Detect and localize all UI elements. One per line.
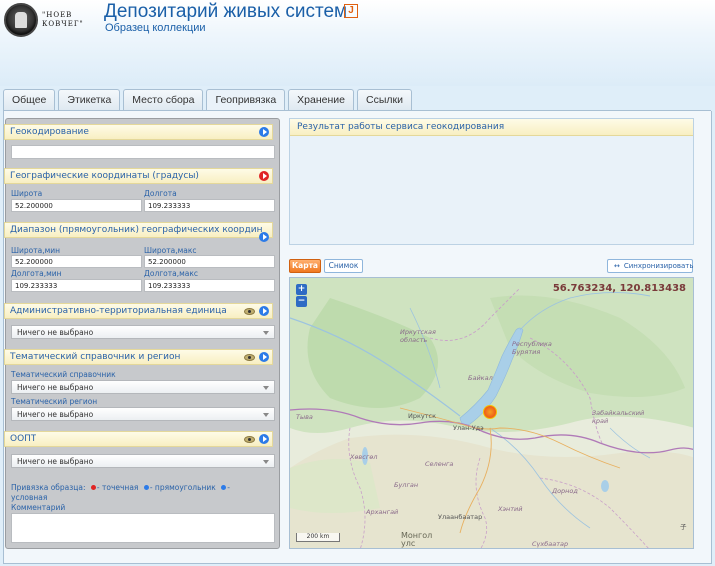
eye-icon[interactable] bbox=[244, 308, 255, 315]
map-coordinates: 56.763234, 120.813438 bbox=[552, 283, 686, 294]
thematic-ref-select[interactable]: Ничего не выбрано bbox=[11, 380, 275, 394]
eye-icon[interactable] bbox=[244, 436, 255, 443]
map-label-tyva: Тыва bbox=[296, 413, 313, 421]
page-subtitle: Образец коллекции bbox=[105, 22, 206, 34]
snapshot-button[interactable]: Снимок bbox=[324, 259, 363, 273]
longitude-label: Долгота bbox=[144, 189, 177, 198]
map-label-khovsgol: Хөвсгөл bbox=[350, 453, 378, 461]
lat-max-input[interactable]: 52.200000 bbox=[144, 255, 275, 268]
zoom-out-button[interactable]: − bbox=[296, 296, 307, 307]
map-label-khentii: Хэнтий bbox=[498, 505, 523, 513]
map-label-buryatia: Республика Бурятия bbox=[512, 340, 552, 356]
comment-textarea[interactable] bbox=[11, 513, 275, 543]
tab-label[interactable]: Этикетка bbox=[58, 89, 121, 110]
logo-text: "НОЕВ КОВЧЕГ" bbox=[42, 11, 84, 28]
eye-icon[interactable] bbox=[244, 354, 255, 361]
app-title: Депозитарий живых систем bbox=[104, 1, 348, 22]
expand-arrow-icon[interactable] bbox=[259, 171, 269, 181]
section-title: Диапазон (прямоугольник) географических … bbox=[10, 225, 262, 235]
geocoding-input[interactable] bbox=[11, 145, 275, 159]
map-button[interactable]: Карта bbox=[289, 259, 321, 273]
longitude-input[interactable]: 109.233333 bbox=[144, 199, 275, 212]
admin-unit-select[interactable]: Ничего не выбрано bbox=[11, 325, 275, 339]
section-title: Геокодирование bbox=[10, 127, 89, 137]
map-scale: 200 km bbox=[296, 533, 340, 542]
map-label-irkutsk: Иркутск bbox=[408, 412, 437, 420]
sample-location-marker[interactable] bbox=[483, 405, 497, 419]
section-title: Административно-территориальная единица bbox=[10, 306, 227, 316]
binding-legend: Привязка образца: - точечная - прямоугол… bbox=[11, 483, 230, 502]
logo[interactable]: "НОЕВ КОВЧЕГ" bbox=[4, 2, 104, 38]
range-section-header[interactable]: Диапазон (прямоугольник) географических … bbox=[4, 222, 273, 242]
tab-bar: Общее Этикетка Место сбора Геопривязка Х… bbox=[3, 89, 415, 111]
tab-georeference[interactable]: Геопривязка bbox=[206, 89, 286, 111]
expand-arrow-icon[interactable] bbox=[259, 434, 269, 444]
lon-max-input[interactable]: 109.233333 bbox=[144, 279, 275, 292]
map-label-ulaanbaatar: Улаанбаатар bbox=[438, 513, 483, 521]
map-label-dornod: Дорнод bbox=[552, 487, 578, 495]
map-view[interactable]: + − 56.763234, 120.813438 Иркутская обла… bbox=[289, 277, 694, 549]
lon-min-label: Долгота,мин bbox=[11, 269, 62, 278]
lon-min-input[interactable]: 109.233333 bbox=[11, 279, 142, 292]
oopt-section-header[interactable]: ООПТ bbox=[4, 431, 273, 447]
admin-unit-section-header[interactable]: Административно-территориальная единица bbox=[4, 303, 273, 319]
geo-coords-section-header[interactable]: Географические координаты (градусы) bbox=[4, 168, 273, 184]
thematic-region-select[interactable]: Ничего не выбрано bbox=[11, 407, 275, 421]
map-label-selenga: Селенга bbox=[425, 460, 454, 468]
map-label-ulan-ude: Улан-Удэ bbox=[453, 424, 484, 432]
latitude-input[interactable]: 52.200000 bbox=[11, 199, 142, 212]
cond-binding-dot-icon bbox=[221, 485, 227, 490]
lat-min-input[interactable]: 52.200000 bbox=[11, 255, 142, 268]
sync-arrows-icon: ↔ bbox=[614, 262, 620, 270]
map-label-zabaikal: Забайкальский край bbox=[592, 409, 645, 425]
tab-links[interactable]: Ссылки bbox=[357, 89, 412, 110]
sync-button[interactable]: ↔ Синхронизировать bbox=[607, 259, 694, 273]
thematic-ref-label: Тематический справочник bbox=[11, 370, 116, 379]
rect-binding-dot-icon bbox=[143, 485, 149, 490]
map-label-mongolia: Монгол улс bbox=[401, 531, 433, 548]
map-label-baikal: Байкал bbox=[468, 374, 493, 382]
tab-storage[interactable]: Хранение bbox=[288, 89, 354, 110]
point-binding-dot-icon bbox=[90, 485, 96, 490]
app-header: "НОЕВ КОВЧЕГ" Депозитарий живых систем J… bbox=[0, 0, 715, 86]
tab-collection-site[interactable]: Место сбора bbox=[123, 89, 204, 110]
map-label-irkutsk-obl: Иркутская область bbox=[400, 328, 436, 344]
section-title: ООПТ bbox=[10, 434, 37, 444]
expand-arrow-icon[interactable] bbox=[259, 306, 269, 316]
latitude-label: Широта bbox=[11, 189, 43, 198]
thematic-region-label: Тематический регион bbox=[11, 397, 98, 406]
thematic-section-header[interactable]: Тематический справочник и регион bbox=[4, 349, 273, 365]
lat-max-label: Широта,макс bbox=[144, 246, 197, 255]
zoom-in-button[interactable]: + bbox=[296, 284, 307, 295]
geocoding-section-header[interactable]: Геокодирование bbox=[4, 124, 273, 140]
oopt-select[interactable]: Ничего не выбрано bbox=[11, 454, 275, 468]
lon-max-label: Долгота,макс bbox=[144, 269, 199, 278]
tab-general[interactable]: Общее bbox=[3, 89, 56, 110]
result-header: Результат работы сервиса геокодирования bbox=[290, 119, 693, 136]
ark-logo-icon bbox=[4, 3, 38, 37]
map-label-bulgan: Булган bbox=[394, 481, 419, 489]
map-label-china: 子 bbox=[680, 523, 687, 531]
result-title: Результат работы сервиса геокодирования bbox=[297, 122, 505, 132]
chevron-down-icon bbox=[263, 413, 269, 417]
chevron-down-icon bbox=[263, 331, 269, 335]
chevron-down-icon bbox=[263, 386, 269, 390]
lat-min-label: Широта,мин bbox=[11, 246, 61, 255]
j-badge-icon[interactable]: J bbox=[344, 4, 358, 18]
map-label-arkhangai: Архангай bbox=[366, 508, 399, 516]
expand-arrow-icon[interactable] bbox=[259, 232, 269, 242]
map-label-sukhbaatar: Сүхбаатар bbox=[532, 540, 569, 548]
expand-arrow-icon[interactable] bbox=[259, 127, 269, 137]
chevron-down-icon bbox=[263, 460, 269, 464]
comment-label: Комментарий bbox=[11, 503, 66, 512]
expand-arrow-icon[interactable] bbox=[259, 352, 269, 362]
section-title: Тематический справочник и регион bbox=[10, 352, 181, 362]
geocoding-result-panel: Результат работы сервиса геокодирования bbox=[289, 118, 694, 245]
section-title: Географические координаты (градусы) bbox=[10, 171, 199, 181]
